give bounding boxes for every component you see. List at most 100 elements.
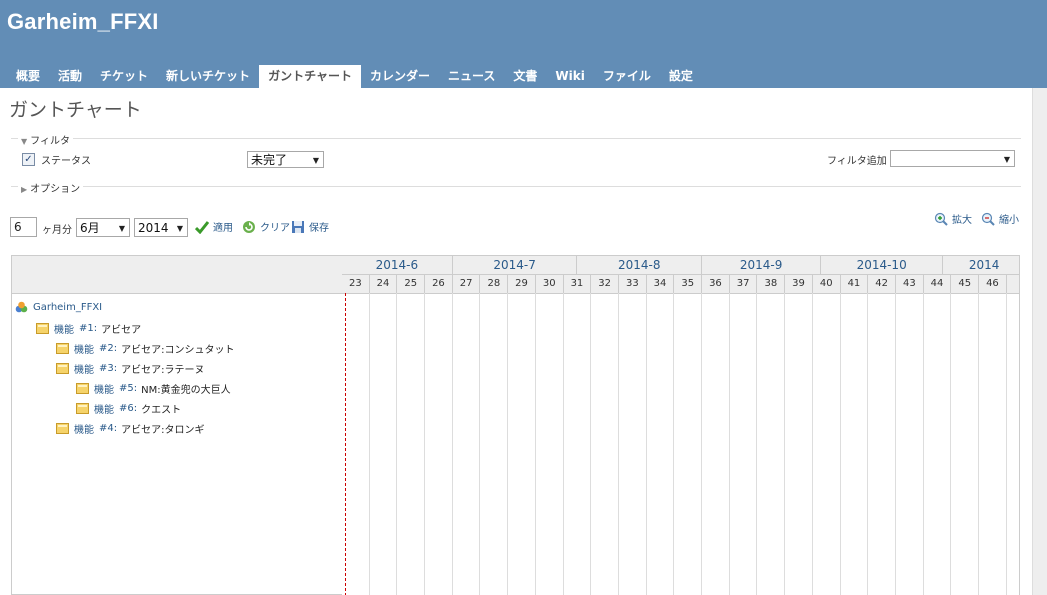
project-link[interactable]: Garheim_FFXI [33, 302, 102, 313]
week-column [896, 293, 924, 595]
month-header-cell: 2014-6 [342, 256, 453, 274]
month-header-cell: 2014-8 [577, 256, 703, 274]
issue-tracker-link[interactable]: 機能 [54, 321, 74, 336]
tab-4[interactable]: ガントチャート [259, 65, 361, 88]
status-label: ステータス [41, 156, 91, 167]
tab-0[interactable]: 概要 [7, 65, 49, 88]
issue-row: 機能 #2: アビセア:コンシュタット [56, 341, 235, 356]
week-column [647, 293, 675, 595]
zoom-out-icon [981, 212, 995, 226]
month-header-cell: 2014 [943, 256, 1019, 274]
header: Garheim_FFXI 概要 活動 チケット 新しいチケット ガントチャート カレンダー… [0, 0, 1047, 88]
week-header-cell: 44 [924, 275, 952, 293]
issue-ticket-icon [56, 343, 69, 354]
apply-link[interactable]: 適用 [195, 219, 233, 234]
week-header-cell: 42 [868, 275, 896, 293]
clear-link[interactable]: クリア [242, 219, 290, 234]
week-header-cell: 45 [951, 275, 980, 293]
tab-8[interactable]: Wiki [546, 65, 593, 88]
tab-5[interactable]: カレンダー [361, 65, 439, 88]
issue-id-link[interactable]: #2: [99, 343, 117, 354]
tab-7[interactable]: 文書 [504, 65, 546, 88]
week-header-cell: 28 [481, 275, 509, 293]
week-header-cell: 27 [453, 275, 481, 293]
issue-tracker-link[interactable]: 機能 [74, 421, 94, 436]
week-column [481, 293, 509, 595]
issue-id-link[interactable]: #5: [119, 383, 137, 394]
page-title: ガントチャート [9, 99, 142, 121]
filter-legend-label: フィルタ [30, 136, 70, 147]
options-fieldset-border [11, 186, 1021, 187]
week-column [397, 293, 426, 595]
issue-ticket-icon [76, 383, 89, 394]
tab-1[interactable]: 活動 [49, 65, 91, 88]
project-row: Garheim_FFXI [15, 301, 102, 314]
status-operator-select[interactable]: 未完了 ▼ [247, 151, 324, 168]
issue-row: 機能 #5: NM:黄金兜の大巨人 [76, 381, 231, 396]
week-header-cell: 23 [342, 275, 370, 293]
status-checkbox[interactable]: ✓ [22, 153, 35, 166]
save-link[interactable]: 保存 [291, 219, 329, 234]
issue-id-link[interactable]: #3: [99, 363, 117, 374]
week-column [730, 293, 758, 595]
week-header-cell: 39 [785, 275, 813, 293]
issue-tracker-link[interactable]: 機能 [74, 361, 94, 376]
issue-row: 機能 #4: アビセア:タロンギ [56, 421, 205, 436]
week-column [508, 293, 536, 595]
months-input[interactable]: 6 [10, 217, 37, 237]
main-menu: 概要 活動 チケット 新しいチケット ガントチャート カレンダー ニュース 文書 Wiki ファイ… [7, 65, 702, 88]
issue-row: 機能 #6: クエスト [76, 401, 181, 416]
dropdown-arrow-icon: ▼ [176, 224, 183, 233]
today-marker-line [345, 293, 347, 595]
filter-fieldset-border [11, 138, 1021, 139]
issue-id-link[interactable]: #6: [119, 403, 137, 414]
month-select-value: 6月 [80, 221, 100, 235]
issue-tracker-link[interactable]: 機能 [94, 381, 114, 396]
tab-2[interactable]: チケット [91, 65, 157, 88]
filter-legend-toggle[interactable]: ▼ フィルタ [18, 132, 73, 147]
issue-id-link[interactable]: #1: [79, 323, 97, 334]
tab-9[interactable]: ファイル [594, 65, 660, 88]
week-column [702, 293, 730, 595]
zoom-in-link[interactable]: 拡大 [934, 211, 972, 226]
week-header-cell: 36 [702, 275, 730, 293]
clear-label: クリア [260, 223, 290, 234]
week-header-cell: 37 [730, 275, 758, 293]
tab-10[interactable]: 設定 [660, 65, 702, 88]
months-label: ヶ月分 [42, 225, 72, 236]
triangle-right-icon: ▶ [21, 185, 28, 194]
zoom-in-label: 拡大 [952, 215, 972, 226]
week-column [564, 293, 592, 595]
week-header-cell: 46 [979, 275, 1007, 293]
month-header-cell: 2014-9 [702, 256, 822, 274]
zoom-out-link[interactable]: 縮小 [981, 211, 1019, 226]
zoom-out-label: 縮小 [999, 215, 1019, 226]
project-title[interactable]: Garheim_FFXI [7, 9, 159, 35]
issue-id-link[interactable]: #4: [99, 423, 117, 434]
month-select[interactable]: 6月 ▼ [76, 218, 130, 237]
issue-tracker-link[interactable]: 機能 [94, 401, 114, 416]
add-filter-select[interactable]: ▼ [890, 150, 1015, 167]
week-header-cell: 40 [813, 275, 841, 293]
tab-3[interactable]: 新しいチケット [157, 65, 259, 88]
week-header-cell: 32 [591, 275, 619, 293]
week-header-cell: 41 [841, 275, 869, 293]
options-legend-toggle[interactable]: ▶ オプション [18, 180, 84, 195]
project-icon [15, 301, 28, 313]
week-header-cell: 31 [564, 275, 592, 293]
year-select[interactable]: 2014 ▼ [134, 218, 188, 237]
week-column [758, 293, 786, 595]
issue-tracker-link[interactable]: 機能 [74, 341, 94, 356]
gantt-subjects-header [12, 256, 342, 294]
week-column [453, 293, 481, 595]
issue-ticket-icon [56, 363, 69, 374]
gantt-week-header: 23 24 25 26 27 28 29 30 31 32 33 34 35 36 37 38 39 40 41 42… [342, 275, 1019, 294]
week-column [813, 293, 841, 595]
week-header-cell: 33 [619, 275, 647, 293]
vertical-scrollbar[interactable] [1032, 88, 1047, 595]
tab-6[interactable]: ニュース [439, 65, 504, 88]
save-label: 保存 [309, 223, 329, 234]
week-column [841, 293, 869, 595]
issue-ticket-icon [56, 423, 69, 434]
week-column [425, 293, 453, 595]
